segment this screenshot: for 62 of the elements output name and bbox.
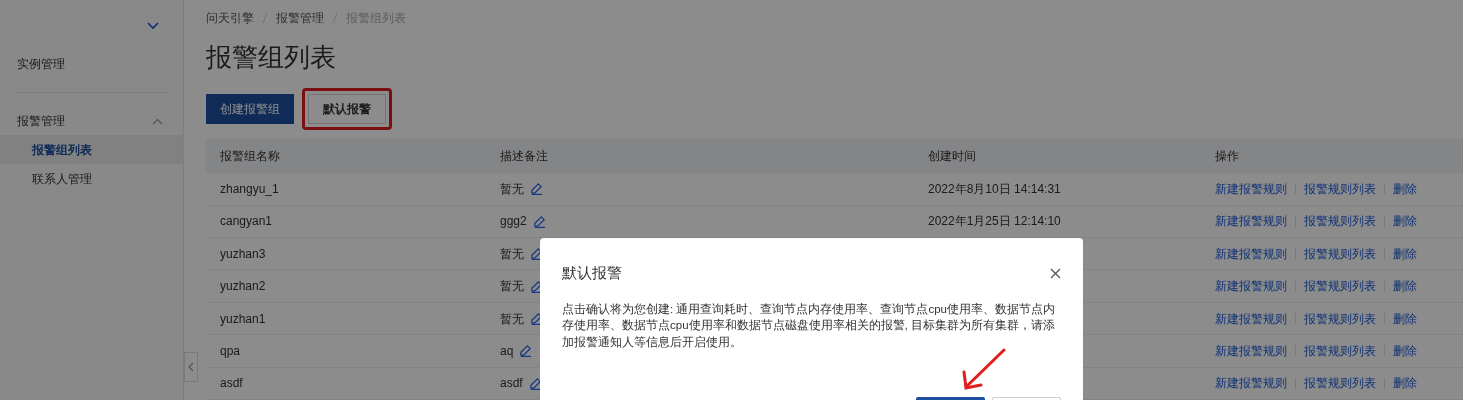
action-link[interactable]: 新建报警规则 (1215, 244, 1287, 263)
column-header: 描述备注 (500, 148, 549, 166)
table-cell-text: 2022年8月10日 14:14:31 (928, 180, 1062, 198)
action-link[interactable]: 报警规则列表 (1304, 374, 1376, 393)
breadcrumb-link[interactable]: 问天引擎 (206, 8, 254, 27)
column-header: 报警组名称 (220, 148, 281, 166)
action-link[interactable]: 删除 (1393, 212, 1417, 231)
table-cell-text: asdf (220, 375, 244, 393)
chevron-down-icon[interactable] (147, 22, 159, 30)
breadcrumb-separator-icon (262, 11, 268, 24)
table-cell-text: 2022年1月25日 12:14:10 (928, 213, 1062, 231)
chevron-left-icon (188, 362, 194, 372)
action-link[interactable]: 新建报警规则 (1215, 374, 1287, 393)
action-link[interactable]: 删除 (1393, 277, 1417, 296)
action-link[interactable]: 删除 (1393, 309, 1417, 328)
action-link[interactable]: 报警规则列表 (1304, 309, 1376, 328)
table-cell-text: yuzhan2 (220, 278, 267, 296)
sidebar-item[interactable]: 报警组列表 (0, 135, 183, 164)
page-title: 报警组列表 (206, 41, 337, 74)
dialog-message: 点击确认将为您创建: 通用查询耗时、查询节点内存使用率、查询节点cpu使用率、数据节点内存使用率、数据节点cpu使用率和数据节点磁盘使用率相关的报警, 目标集群为所有集群，请添加报警通知人等信息后开启使用。 (562, 301, 1056, 350)
table-cell-text: yuzhan1 (220, 310, 267, 328)
column-header: 创建时间 (928, 148, 977, 166)
sidebar-item[interactable]: 实例管理 (0, 52, 183, 76)
edit-icon[interactable] (530, 279, 543, 293)
breadcrumb-link[interactable]: 报警管理 (276, 8, 324, 27)
table-cell-text: qpa (220, 342, 242, 360)
table-cell-text: cangyan1 (220, 213, 274, 231)
action-link[interactable]: 新建报警规则 (1215, 179, 1287, 198)
action-link[interactable]: 报警规则列表 (1304, 212, 1376, 231)
table-cell-text: ggg2 (500, 213, 527, 231)
sidebar-item[interactable]: 联系人管理 (0, 164, 183, 193)
column-header: 操作 (1215, 148, 1240, 166)
table-cell-text: yuzhan3 (220, 245, 267, 263)
create-button[interactable]: 创建报警组 (206, 94, 294, 125)
action-link[interactable]: 删除 (1393, 244, 1417, 263)
action-link[interactable]: 报警规则列表 (1304, 179, 1376, 198)
dialog-title: 默认报警 (562, 263, 622, 283)
table-cell-text: 暂无 (500, 180, 524, 198)
action-link[interactable]: 删除 (1393, 179, 1417, 198)
table-cell-text: 暂无 (500, 310, 524, 328)
edit-icon[interactable] (528, 376, 542, 390)
table-cell-text: asdf (500, 375, 523, 393)
edit-icon[interactable] (530, 312, 543, 325)
breadcrumb-separator-icon (332, 11, 338, 24)
action-link[interactable]: 新建报警规则 (1215, 341, 1287, 360)
chevron-up-icon (152, 117, 163, 125)
table-cell-text: 暂无 (500, 245, 524, 263)
edit-icon[interactable] (530, 247, 543, 261)
table-cell-text: 暂无 (500, 278, 524, 296)
table-cell-text: zhangyu_1 (220, 180, 280, 198)
action-link[interactable]: 新建报警规则 (1215, 277, 1287, 296)
sidebar-group[interactable]: 报警管理 (0, 108, 183, 134)
action-link[interactable]: 新建报警规则 (1215, 212, 1287, 231)
action-link[interactable]: 删除 (1393, 374, 1417, 393)
action-link[interactable]: 删除 (1393, 341, 1417, 360)
default-button[interactable]: 默认报警 (308, 94, 386, 125)
close-icon[interactable] (1050, 267, 1061, 279)
action-link[interactable]: 报警规则列表 (1304, 341, 1376, 360)
action-link[interactable]: 新建报警规则 (1215, 309, 1287, 328)
table-cell-text: aq (500, 342, 514, 360)
action-link[interactable]: 报警规则列表 (1304, 277, 1376, 296)
action-link[interactable]: 报警规则列表 (1304, 244, 1376, 263)
